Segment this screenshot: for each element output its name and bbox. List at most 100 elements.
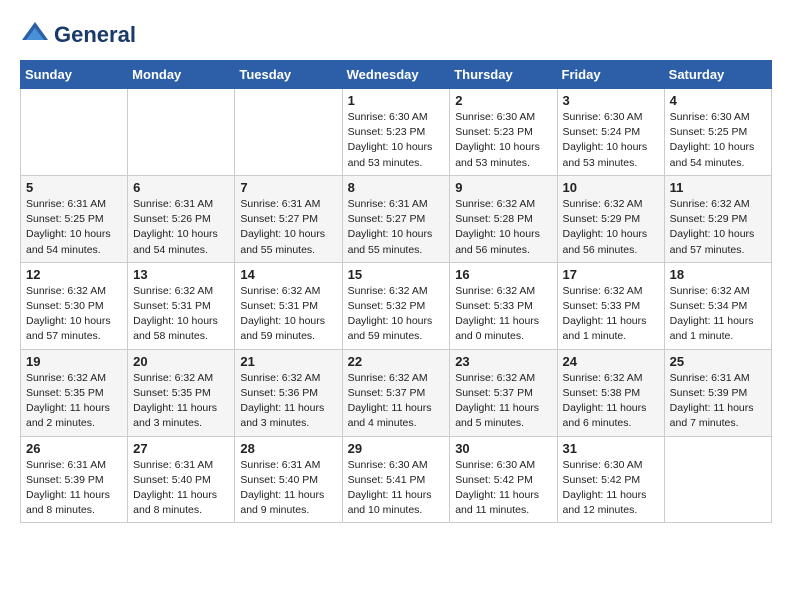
day-info: Sunrise: 6:32 AMSunset: 5:31 PMDaylight:…	[133, 284, 229, 345]
page-header: General	[20, 20, 772, 50]
day-cell-19: 19 Sunrise: 6:32 AMSunset: 5:35 PMDayligh…	[21, 349, 128, 436]
calendar-header-row: SundayMondayTuesdayWednesdayThursdayFrid…	[21, 61, 772, 89]
day-cell-13: 13 Sunrise: 6:32 AMSunset: 5:31 PMDayligh…	[128, 262, 235, 349]
day-cell-2: 2Sunrise: 6:30 AMSunset: 5:23 PMDaylight…	[450, 89, 557, 176]
day-info: Sunrise: 6:31 AMSunset: 5:40 PMDaylight:…	[240, 458, 336, 519]
week-row-3: 12 Sunrise: 6:32 AMSunset: 5:30 PMDayligh…	[21, 262, 772, 349]
day-info: Sunrise: 6:30 AMSunset: 5:23 PMDaylight:…	[348, 110, 445, 171]
day-info: Sunrise: 6:31 AMSunset: 5:27 PMDaylight:…	[240, 197, 336, 258]
day-info: Sunrise: 6:31 AMSunset: 5:25 PMDaylight:…	[26, 197, 122, 258]
day-number: 10	[563, 180, 659, 195]
column-header-friday: Friday	[557, 61, 664, 89]
day-number: 31	[563, 441, 659, 456]
day-number: 29	[348, 441, 445, 456]
day-cell-14: 14 Sunrise: 6:32 AMSunset: 5:31 PMDayligh…	[235, 262, 342, 349]
empty-cell	[664, 436, 771, 523]
day-cell-10: 10Sunrise: 6:32 AMSunset: 5:29 PMDayligh…	[557, 175, 664, 262]
day-cell-15: 15 Sunrise: 6:32 AMSunset: 5:32 PMDayligh…	[342, 262, 450, 349]
logo-icon	[20, 20, 50, 50]
week-row-2: 5 Sunrise: 6:31 AMSunset: 5:25 PMDaylight…	[21, 175, 772, 262]
day-cell-26: 26Sunrise: 6:31 AMSunset: 5:39 PMDayligh…	[21, 436, 128, 523]
day-cell-16: 16 Sunrise: 6:32 AMSunset: 5:33 PMDayligh…	[450, 262, 557, 349]
day-number: 30	[455, 441, 551, 456]
logo-text: General	[54, 23, 136, 47]
day-number: 11	[670, 180, 766, 195]
day-cell-17: 17Sunrise: 6:32 AMSunset: 5:33 PMDayligh…	[557, 262, 664, 349]
day-info: Sunrise: 6:31 AMSunset: 5:39 PMDaylight:…	[670, 371, 766, 432]
day-cell-3: 3Sunrise: 6:30 AMSunset: 5:24 PMDaylight…	[557, 89, 664, 176]
day-cell-29: 29 Sunrise: 6:30 AMSunset: 5:41 PMDayligh…	[342, 436, 450, 523]
day-info: Sunrise: 6:32 AMSunset: 5:36 PMDaylight:…	[240, 371, 336, 432]
day-number: 16	[455, 267, 551, 282]
day-number: 4	[670, 93, 766, 108]
day-cell-7: 7 Sunrise: 6:31 AMSunset: 5:27 PMDaylight…	[235, 175, 342, 262]
day-number: 8	[348, 180, 445, 195]
day-number: 5	[26, 180, 122, 195]
day-cell-4: 4Sunrise: 6:30 AMSunset: 5:25 PMDaylight…	[664, 89, 771, 176]
day-info: Sunrise: 6:32 AMSunset: 5:33 PMDaylight:…	[455, 284, 551, 345]
day-number: 13	[133, 267, 229, 282]
day-cell-9: 9 Sunrise: 6:32 AMSunset: 5:28 PMDaylight…	[450, 175, 557, 262]
day-number: 1	[348, 93, 445, 108]
day-number: 7	[240, 180, 336, 195]
day-cell-30: 30 Sunrise: 6:30 AMSunset: 5:42 PMDayligh…	[450, 436, 557, 523]
day-info: Sunrise: 6:30 AMSunset: 5:24 PMDaylight:…	[563, 110, 659, 171]
day-cell-12: 12 Sunrise: 6:32 AMSunset: 5:30 PMDayligh…	[21, 262, 128, 349]
day-number: 14	[240, 267, 336, 282]
day-number: 9	[455, 180, 551, 195]
day-number: 27	[133, 441, 229, 456]
day-number: 21	[240, 354, 336, 369]
day-number: 19	[26, 354, 122, 369]
day-cell-11: 11 Sunrise: 6:32 AMSunset: 5:29 PMDayligh…	[664, 175, 771, 262]
day-info: Sunrise: 6:32 AMSunset: 5:33 PMDaylight:…	[563, 284, 659, 345]
day-info: Sunrise: 6:31 AMSunset: 5:40 PMDaylight:…	[133, 458, 229, 519]
day-cell-24: 24Sunrise: 6:32 AMSunset: 5:38 PMDayligh…	[557, 349, 664, 436]
day-cell-22: 22Sunrise: 6:32 AMSunset: 5:37 PMDayligh…	[342, 349, 450, 436]
day-info: Sunrise: 6:31 AMSunset: 5:26 PMDaylight:…	[133, 197, 229, 258]
day-number: 12	[26, 267, 122, 282]
day-number: 6	[133, 180, 229, 195]
empty-cell	[21, 89, 128, 176]
day-info: Sunrise: 6:32 AMSunset: 5:30 PMDaylight:…	[26, 284, 122, 345]
column-header-tuesday: Tuesday	[235, 61, 342, 89]
day-info: Sunrise: 6:32 AMSunset: 5:31 PMDaylight:…	[240, 284, 336, 345]
day-number: 26	[26, 441, 122, 456]
week-row-1: 1 Sunrise: 6:30 AMSunset: 5:23 PMDaylight…	[21, 89, 772, 176]
column-header-thursday: Thursday	[450, 61, 557, 89]
day-info: Sunrise: 6:32 AMSunset: 5:32 PMDaylight:…	[348, 284, 445, 345]
day-number: 18	[670, 267, 766, 282]
day-info: Sunrise: 6:32 AMSunset: 5:35 PMDaylight:…	[26, 371, 122, 432]
day-info: Sunrise: 6:32 AMSunset: 5:28 PMDaylight:…	[455, 197, 551, 258]
day-cell-5: 5 Sunrise: 6:31 AMSunset: 5:25 PMDaylight…	[21, 175, 128, 262]
calendar-table: SundayMondayTuesdayWednesdayThursdayFrid…	[20, 60, 772, 523]
day-cell-20: 20Sunrise: 6:32 AMSunset: 5:35 PMDayligh…	[128, 349, 235, 436]
day-number: 2	[455, 93, 551, 108]
day-cell-27: 27 Sunrise: 6:31 AMSunset: 5:40 PMDayligh…	[128, 436, 235, 523]
day-cell-31: 31Sunrise: 6:30 AMSunset: 5:42 PMDayligh…	[557, 436, 664, 523]
day-cell-23: 23 Sunrise: 6:32 AMSunset: 5:37 PMDayligh…	[450, 349, 557, 436]
day-cell-18: 18 Sunrise: 6:32 AMSunset: 5:34 PMDayligh…	[664, 262, 771, 349]
column-header-wednesday: Wednesday	[342, 61, 450, 89]
day-number: 15	[348, 267, 445, 282]
day-info: Sunrise: 6:30 AMSunset: 5:42 PMDaylight:…	[455, 458, 551, 519]
logo: General	[20, 20, 136, 50]
week-row-5: 26Sunrise: 6:31 AMSunset: 5:39 PMDayligh…	[21, 436, 772, 523]
day-info: Sunrise: 6:31 AMSunset: 5:27 PMDaylight:…	[348, 197, 445, 258]
day-info: Sunrise: 6:32 AMSunset: 5:29 PMDaylight:…	[670, 197, 766, 258]
day-info: Sunrise: 6:32 AMSunset: 5:35 PMDaylight:…	[133, 371, 229, 432]
day-cell-21: 21 Sunrise: 6:32 AMSunset: 5:36 PMDayligh…	[235, 349, 342, 436]
empty-cell	[235, 89, 342, 176]
day-number: 22	[348, 354, 445, 369]
day-cell-28: 28Sunrise: 6:31 AMSunset: 5:40 PMDayligh…	[235, 436, 342, 523]
day-number: 23	[455, 354, 551, 369]
day-info: Sunrise: 6:30 AMSunset: 5:41 PMDaylight:…	[348, 458, 445, 519]
day-cell-8: 8 Sunrise: 6:31 AMSunset: 5:27 PMDaylight…	[342, 175, 450, 262]
column-header-saturday: Saturday	[664, 61, 771, 89]
week-row-4: 19 Sunrise: 6:32 AMSunset: 5:35 PMDayligh…	[21, 349, 772, 436]
column-header-monday: Monday	[128, 61, 235, 89]
column-header-sunday: Sunday	[21, 61, 128, 89]
day-number: 24	[563, 354, 659, 369]
day-info: Sunrise: 6:32 AMSunset: 5:34 PMDaylight:…	[670, 284, 766, 345]
day-info: Sunrise: 6:32 AMSunset: 5:37 PMDaylight:…	[455, 371, 551, 432]
day-number: 25	[670, 354, 766, 369]
